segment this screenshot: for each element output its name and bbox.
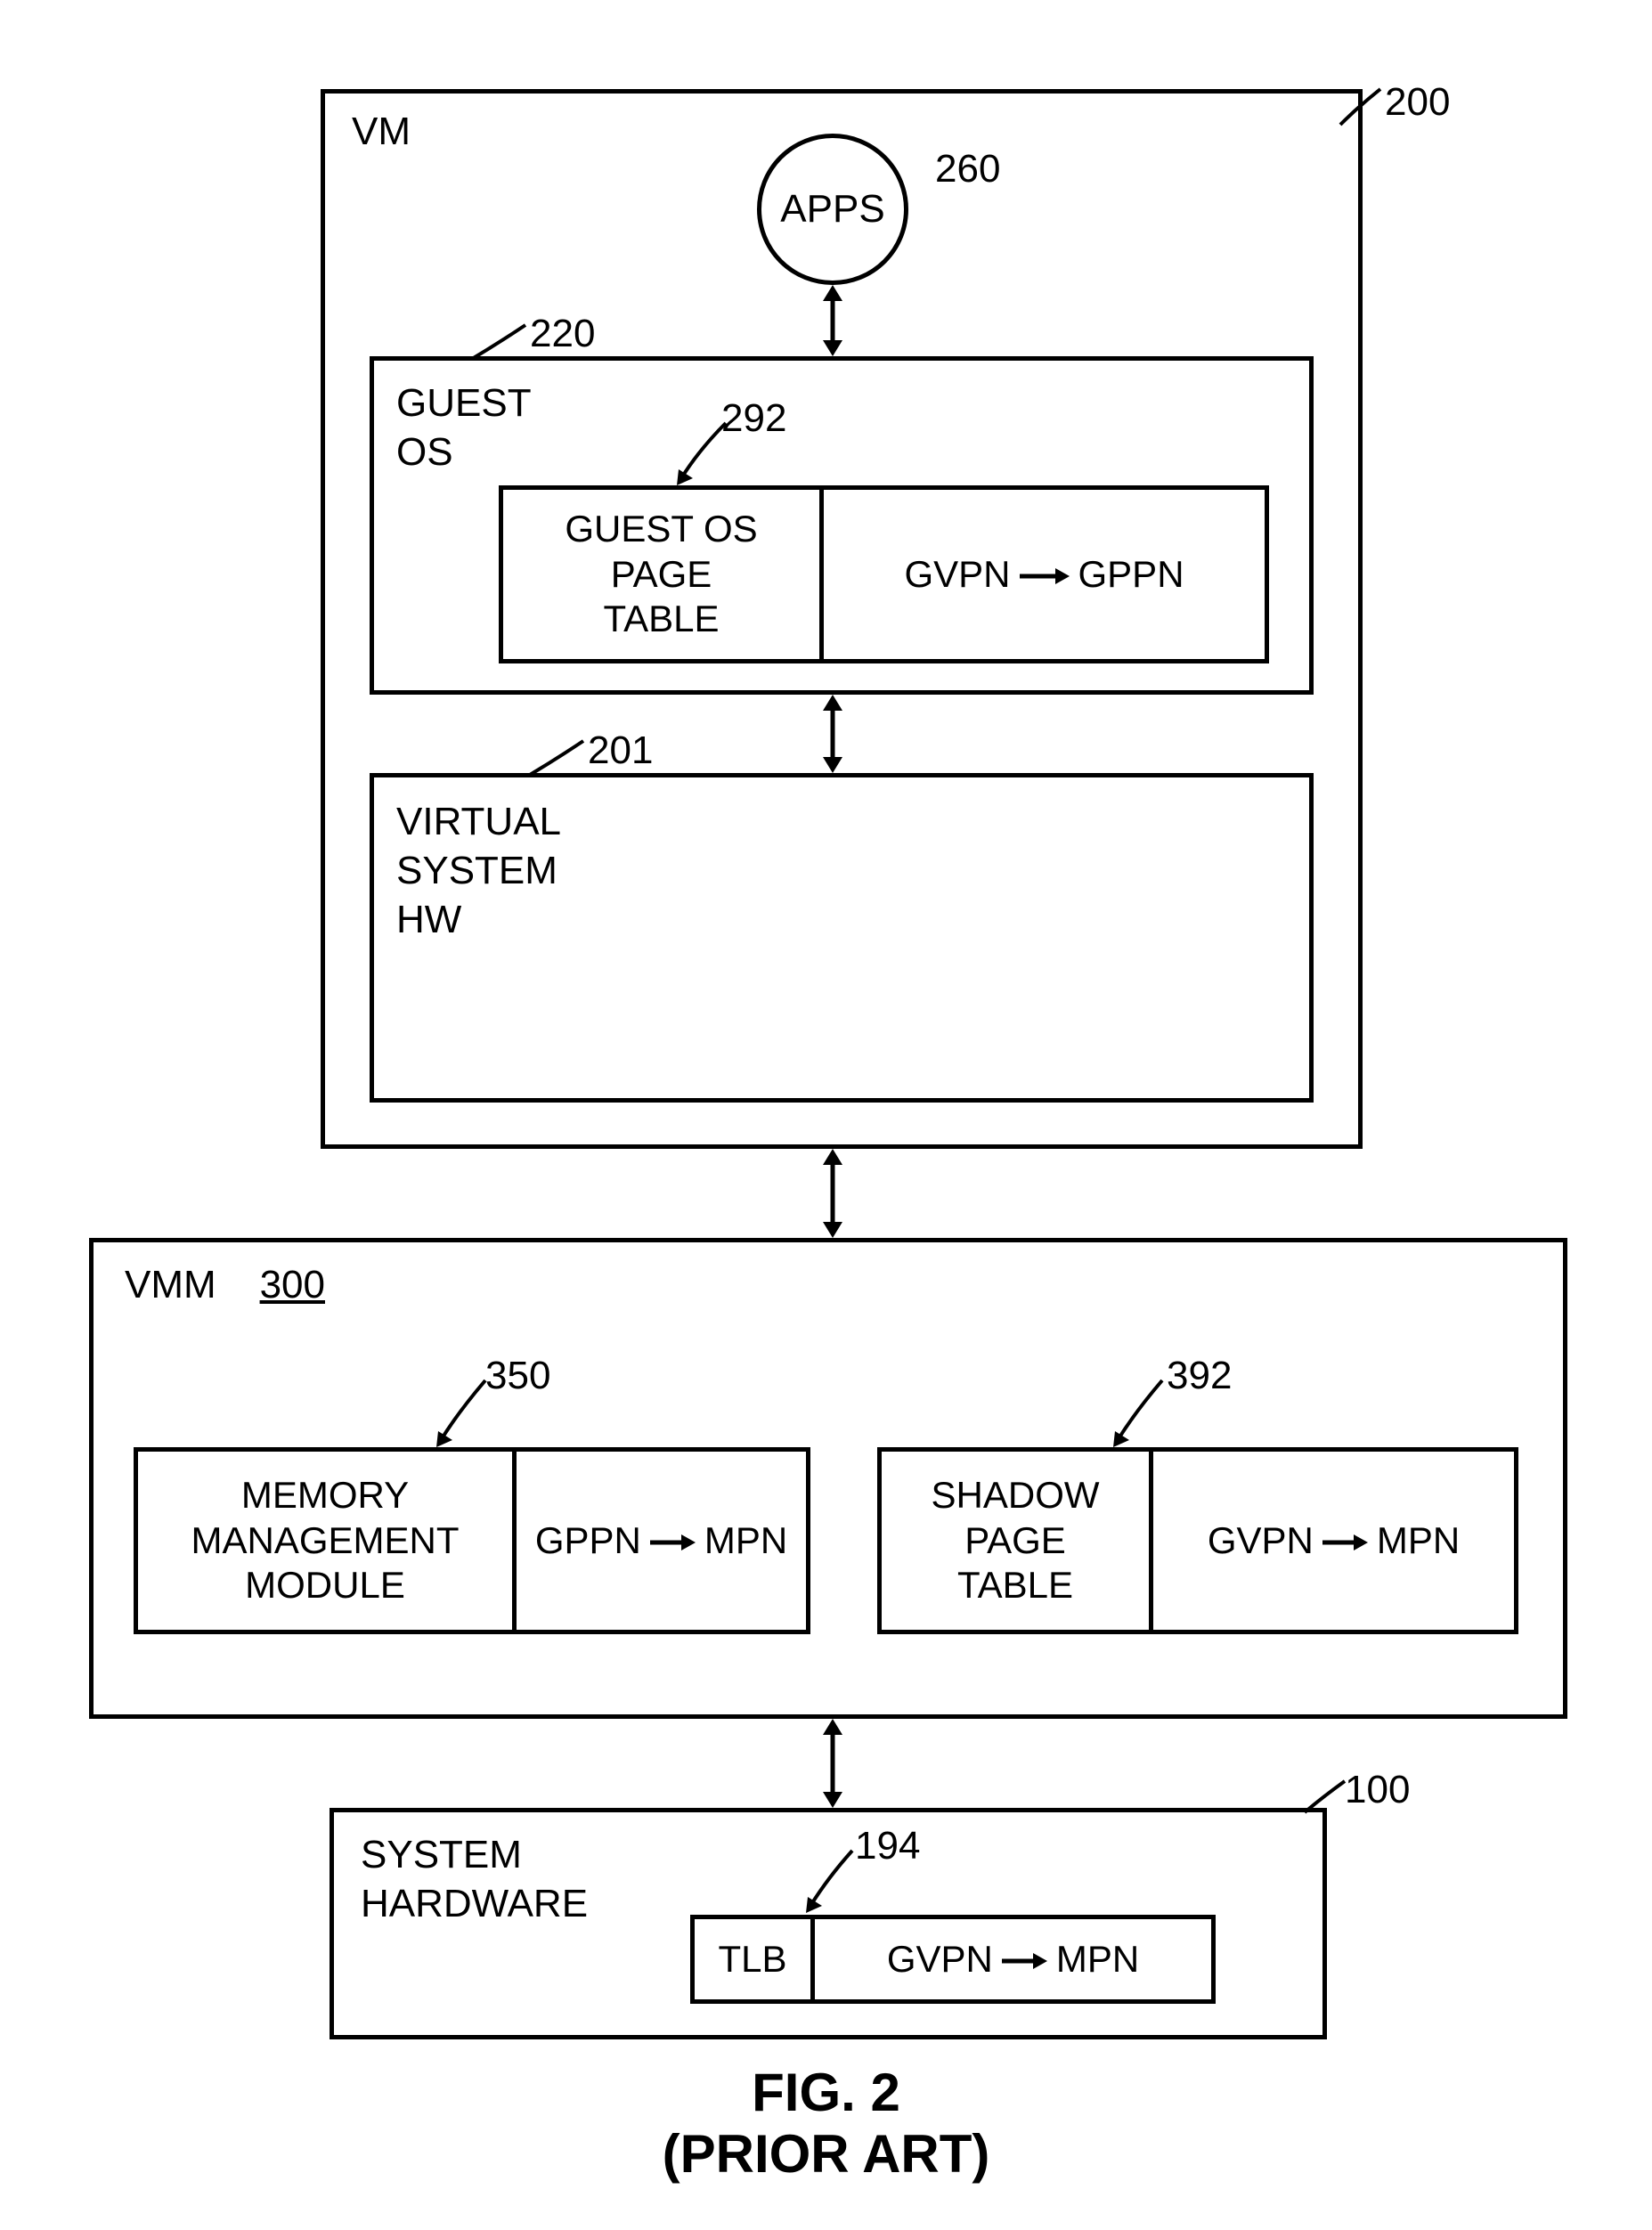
vm-label: VM: [352, 107, 411, 156]
vhw-ref-leader: [530, 741, 592, 785]
apps-label: APPS: [780, 187, 884, 232]
tlb-refnum: 194: [855, 1824, 920, 1868]
tlb-left: TLB: [695, 1919, 810, 1999]
vmm-label: VMM 300: [125, 1260, 325, 1309]
vm-ref-leader: [1340, 89, 1394, 134]
guestos-pagetable: GUEST OS PAGE TABLE GVPN GPPN: [499, 485, 1269, 663]
tlb-map-b: MPN: [1056, 1937, 1139, 1982]
vm-refnum: 200: [1385, 80, 1450, 125]
guestos-refnum: 220: [530, 312, 595, 356]
spt-left: SHADOW PAGE TABLE: [882, 1452, 1149, 1630]
vhw-label: VIRTUAL SYSTEM HW: [396, 797, 561, 944]
arrow-vmm-syshw: [819, 1719, 846, 1808]
mmm-map-b: MPN: [704, 1518, 787, 1563]
spt-map-b: MPN: [1377, 1518, 1460, 1563]
map-arrow-icon: [1000, 1937, 1049, 1982]
mmm-right: GPPN MPN: [512, 1452, 806, 1630]
guestos-ref-leader: [472, 325, 534, 370]
arrow-apps-guestos: [819, 285, 846, 356]
spt-right: GVPN MPN: [1149, 1452, 1514, 1630]
vhw-refnum: 201: [588, 728, 653, 773]
guestos-label: GUEST OS: [396, 378, 532, 476]
guestos-pt-map-a: GVPN: [904, 552, 1010, 597]
spt-refnum: 392: [1167, 1354, 1232, 1398]
map-arrow-icon: [1018, 552, 1071, 597]
apps-circle: APPS: [757, 134, 908, 285]
spt-map-a: GVPN: [1208, 1518, 1314, 1563]
figure-caption: FIG. 2 (PRIOR ART): [0, 2062, 1652, 2185]
syshw-ref-leader: [1305, 1781, 1354, 1821]
guestos-pt-right: GVPN GPPN: [819, 490, 1265, 659]
tlb-right: GVPN MPN: [810, 1919, 1211, 1999]
arrow-vm-vmm: [819, 1149, 846, 1238]
tlb-map-a: GVPN: [887, 1937, 993, 1982]
syshw-refnum: 100: [1345, 1768, 1410, 1812]
guestos-pt-left: GUEST OS PAGE TABLE: [503, 490, 819, 659]
spt-table: SHADOW PAGE TABLE GVPN MPN: [877, 1447, 1518, 1634]
map-arrow-icon: [1321, 1518, 1370, 1563]
vmm-refnum-inline: 300: [260, 1263, 325, 1306]
tlb-table: TLB GVPN MPN: [690, 1915, 1216, 2004]
tlb-ref-leader: [806, 1851, 864, 1922]
guestos-pt-ref-leader: [677, 423, 739, 494]
spt-ref-leader: [1113, 1380, 1176, 1456]
guestos-pt-map-b: GPPN: [1078, 552, 1184, 597]
figure-prior-art: (PRIOR ART): [0, 2123, 1652, 2185]
apps-refnum: 260: [935, 147, 1000, 191]
mmm-table: MEMORY MANAGEMENT MODULE GPPN MPN: [134, 1447, 810, 1634]
mmm-left: MEMORY MANAGEMENT MODULE: [138, 1452, 512, 1630]
mmm-ref-leader: [436, 1380, 499, 1456]
mmm-map-a: GPPN: [535, 1518, 641, 1563]
arrow-guestos-vhw: [819, 695, 846, 773]
syshw-label: SYSTEM HARDWARE: [361, 1830, 588, 1928]
figure-number: FIG. 2: [0, 2062, 1652, 2123]
map-arrow-icon: [648, 1518, 697, 1563]
